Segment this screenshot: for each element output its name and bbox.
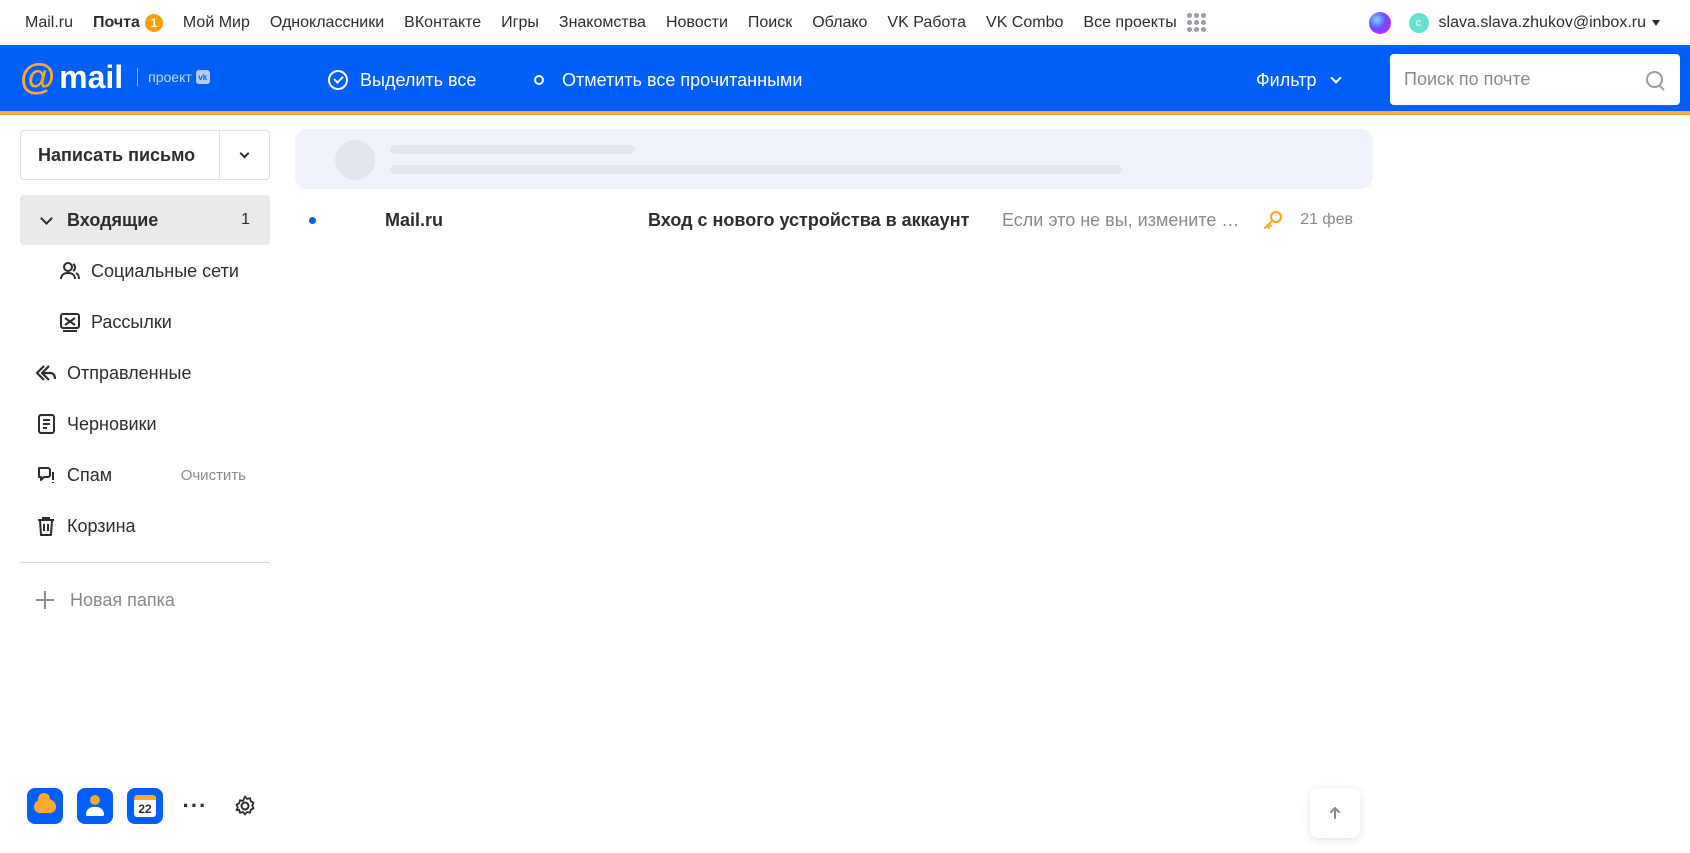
avatar[interactable]: с — [1408, 12, 1429, 33]
new-folder-label: Новая папка — [70, 589, 175, 610]
mail-unread-badge: 1 — [144, 13, 163, 32]
portal-link-moimir[interactable]: Мой Мир — [183, 14, 250, 32]
message-sender: Mail.ru — [385, 209, 444, 230]
check-circle-icon — [328, 70, 348, 90]
calendar-day: 22 — [134, 795, 156, 817]
chevron-down-icon[interactable] — [35, 209, 57, 231]
folder-label: Социальные сети — [91, 260, 239, 281]
folder-label: Рассылки — [91, 311, 172, 332]
folder-label: Черновики — [67, 413, 157, 434]
key-icon — [1262, 209, 1284, 231]
search-input[interactable] — [1404, 69, 1644, 90]
unread-indicator[interactable] — [309, 217, 316, 224]
loading-placeholder — [295, 129, 1373, 189]
portal-link-games[interactable]: Игры — [501, 14, 539, 32]
sidebar-apps: 22 ··· — [27, 788, 263, 824]
new-folder-button[interactable]: Новая папка — [36, 588, 175, 612]
filter-label: Фильтр — [1256, 69, 1317, 90]
calendar-icon[interactable]: 22 — [127, 788, 163, 824]
arrow-up-icon — [1330, 807, 1340, 819]
compose-group: Написать письмо — [20, 130, 270, 180]
account-caret-icon[interactable] — [1652, 19, 1660, 26]
select-all-button[interactable]: Выделить все — [328, 45, 476, 115]
logo-mail-text: mail — [59, 59, 124, 95]
mail-logo[interactable]: @ mail проект vk — [20, 59, 210, 95]
assistant-orb-icon[interactable] — [1368, 11, 1391, 34]
folder-trash[interactable]: Корзина — [20, 501, 270, 551]
folder-social[interactable]: Социальные сети — [20, 246, 270, 296]
message-snippet: Если это не вы, измените пароль — [1002, 209, 1247, 230]
logo-separator — [137, 68, 139, 86]
folder-sent[interactable]: Отправленные — [20, 348, 270, 398]
folder-label: Корзина — [67, 515, 136, 536]
mark-all-read-button[interactable]: Отметить все прочитанными — [534, 45, 802, 115]
drafts-icon — [35, 413, 57, 435]
portal-link-mail[interactable]: Почта 1 — [93, 13, 163, 32]
newsletter-icon — [59, 311, 81, 333]
read-dot-icon — [534, 75, 544, 85]
more-icon[interactable]: ··· — [177, 788, 213, 824]
placeholder-line — [390, 165, 1122, 174]
settings-icon[interactable] — [227, 788, 263, 824]
portal-link-search[interactable]: Поиск — [748, 14, 792, 32]
message-row[interactable]: Mail.ru Вход с нового устройства в аккау… — [295, 198, 1373, 242]
scroll-to-top-button[interactable] — [1310, 788, 1360, 838]
folder-inbox[interactable]: Входящие 1 — [20, 195, 270, 245]
filter-button[interactable]: Фильтр — [1256, 45, 1343, 115]
mail-header: @ mail проект vk Выделить все Отметить в… — [0, 45, 1690, 115]
search-icon[interactable] — [1644, 69, 1666, 91]
trash-icon — [35, 515, 57, 537]
folder-spam[interactable]: Спам Очистить — [20, 450, 270, 500]
sent-icon — [35, 362, 57, 384]
social-icon — [59, 260, 81, 282]
clear-spam-button[interactable]: Очистить — [181, 467, 246, 484]
portal-link-cloud[interactable]: Облако — [812, 14, 867, 32]
portal-bar: Mail.ru Почта 1 Мой Мир Одноклассники ВКо… — [0, 0, 1690, 45]
folder-drafts[interactable]: Черновики — [20, 399, 270, 449]
chevron-down-icon — [239, 148, 250, 158]
select-all-label: Выделить все — [360, 69, 477, 90]
compose-options-button[interactable] — [219, 131, 269, 179]
folder-label: Входящие — [67, 209, 159, 230]
unread-count: 1 — [241, 211, 250, 228]
chevron-down-icon — [1330, 72, 1343, 84]
portal-links: Mail.ru Почта 1 Мой Мир Одноклассники ВКо… — [0, 0, 1206, 45]
spam-icon — [35, 464, 57, 486]
account-email[interactable]: slava.slava.zhukov@inbox.ru — [1439, 14, 1646, 32]
portal-link-dating[interactable]: Знакомства — [559, 14, 646, 32]
folder-label: Спам — [67, 464, 113, 485]
placeholder-avatar — [335, 140, 375, 180]
apps-grid-icon[interactable] — [1186, 13, 1206, 32]
portal-link-news[interactable]: Новости — [666, 14, 728, 32]
folder-newsletters[interactable]: Рассылки — [20, 297, 270, 347]
portal-link-all-projects[interactable]: Все проекты — [1083, 14, 1176, 32]
message-subject: Вход с нового устройства в аккаунт — [648, 209, 970, 230]
account-area: с slava.slava.zhukov@inbox.ru — [1368, 0, 1660, 45]
plus-icon — [36, 591, 54, 609]
vk-logo-icon: vk — [195, 70, 210, 84]
search-box — [1390, 54, 1680, 105]
portal-link-mailru[interactable]: Mail.ru — [25, 14, 73, 32]
folder-label: Отправленные — [67, 362, 192, 383]
message-date: 21 фев — [1300, 211, 1353, 228]
portal-link-vk[interactable]: ВКонтакте — [404, 14, 481, 32]
portal-link-ok[interactable]: Одноклассники — [270, 14, 384, 32]
placeholder-line — [390, 145, 635, 154]
logo-at-symbol: @ — [20, 56, 56, 97]
sidebar-divider — [20, 562, 270, 563]
portal-link-mail-label: Почта — [93, 13, 140, 31]
cloud-icon[interactable] — [27, 788, 63, 824]
portal-link-vk-combo[interactable]: VK Combo — [986, 14, 1063, 32]
contacts-icon[interactable] — [77, 788, 113, 824]
mark-all-read-label: Отметить все прочитанными — [562, 69, 803, 90]
logo-project-text: проект — [148, 69, 192, 85]
portal-link-vk-work[interactable]: VK Работа — [887, 14, 966, 32]
compose-button[interactable]: Написать письмо — [21, 131, 219, 179]
